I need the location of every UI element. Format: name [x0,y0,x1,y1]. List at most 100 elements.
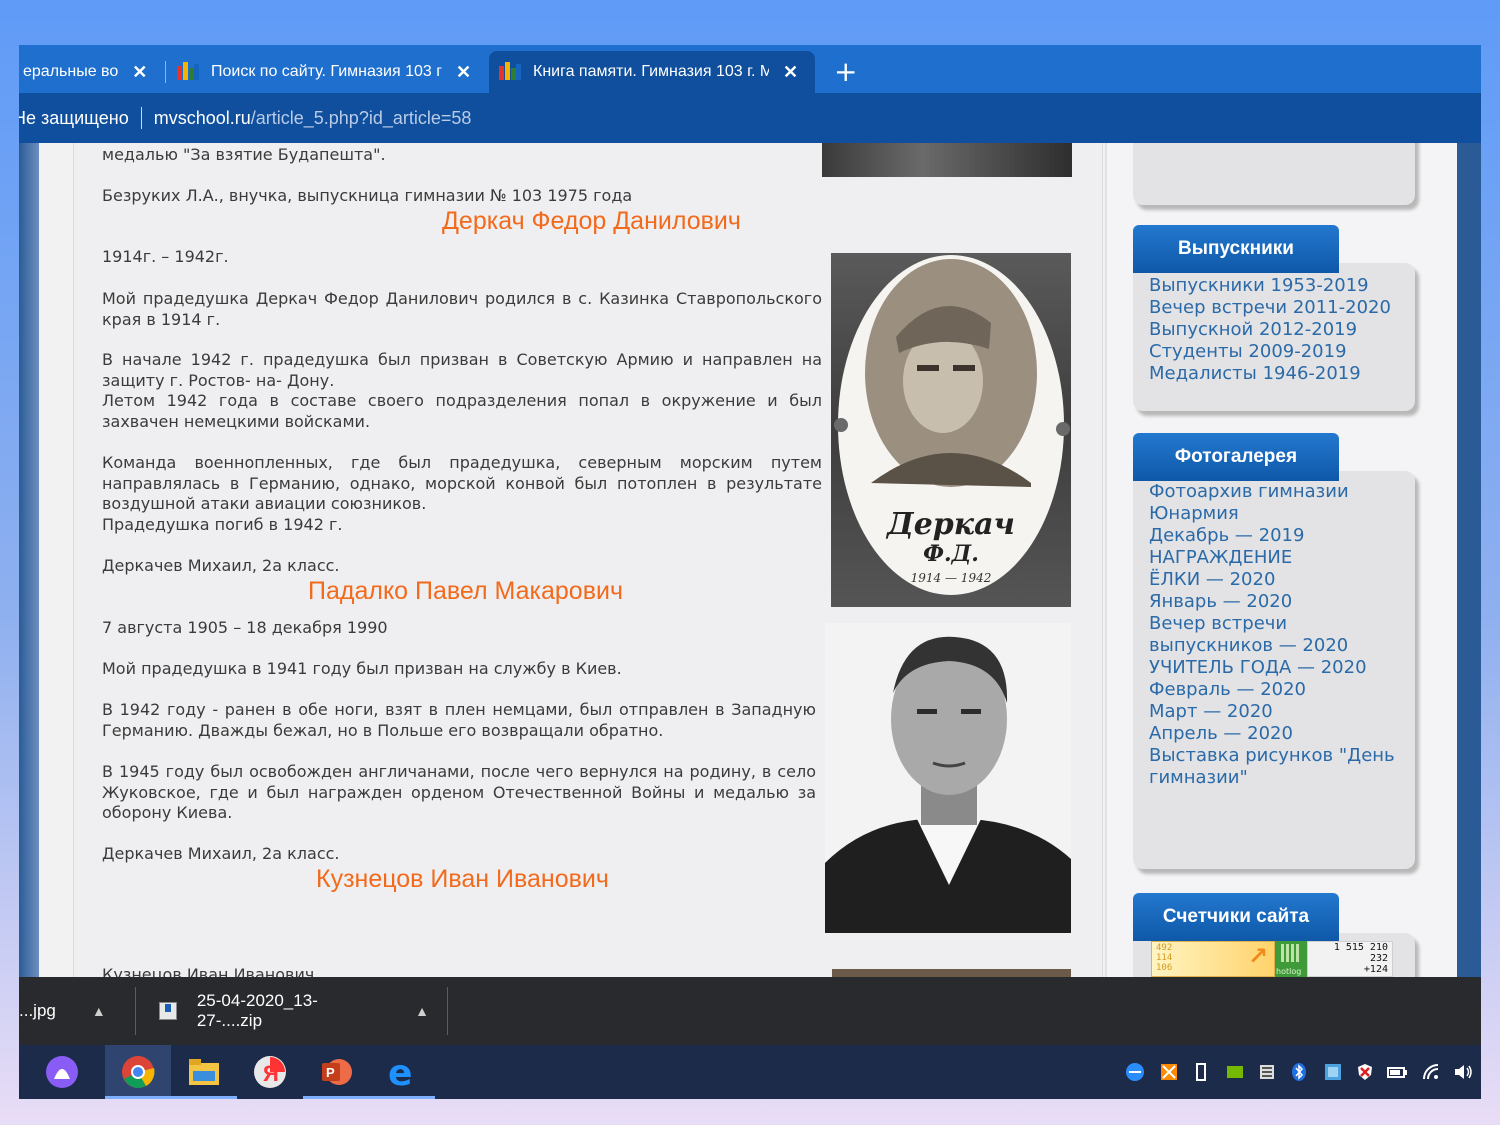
gallery-header: Фотогалерея [1133,433,1339,481]
edge-icon[interactable]: e [369,1045,435,1099]
powerpoint-icon[interactable]: P [303,1045,369,1099]
counter-value: 114 [1156,953,1173,963]
person-photo [832,969,1071,977]
file-explorer-icon[interactable] [171,1045,237,1099]
person-dates: 1914г. – 1942г. [102,247,229,266]
signature: Деркачев Михаил, 2а класс. [102,844,340,863]
new-tab-button[interactable]: + [834,55,857,88]
counter-numbers[interactable]: 1 515 210 232 +124 [1307,941,1393,977]
active-indicator [171,1096,237,1099]
sidebar-link[interactable]: Юнармия [1149,503,1239,525]
chevron-up-icon[interactable]: ▲ [415,1003,429,1019]
nvidia-icon[interactable] [1223,1060,1247,1084]
svg-text:Я: Я [263,1061,279,1086]
url-path: /article_5.php?id_article=58 [250,107,472,128]
hotlog-label: hotlog [1276,967,1302,976]
counters-header: Счетчики сайта [1133,893,1339,941]
article-paragraph: Мой прадедушка Деркач Федор Данилович ро… [102,289,822,329]
download-divider [447,987,448,1035]
sidebar-link[interactable]: Выставка рисунков "День [1149,745,1395,767]
previous-person-photo [822,143,1072,177]
close-icon[interactable]: ✕ [456,62,471,83]
taskbar: Я P e [19,1045,1481,1099]
article-paragraph: В 1945 году был освобожден англичанами, … [102,762,816,823]
sidebar-link[interactable]: НАГРАЖДЕНИЕ [1149,547,1292,569]
sidebar-link[interactable]: Выпускники 1953-2019 [1149,275,1369,297]
graduates-header: Выпускники [1133,225,1339,273]
svg-text:P: P [326,1065,335,1080]
downloads-bar: ...jpg ▲ 25-04-2020_13-27-....zip ▲ [19,977,1481,1045]
tab-2[interactable]: Поиск по сайту. Гимназия 103 г ✕ [167,51,485,93]
close-icon[interactable]: ✕ [783,62,798,83]
teamviewer-icon[interactable] [1123,1060,1147,1084]
sidebar-link[interactable]: Вечер встречи [1149,613,1287,635]
alice-icon[interactable] [29,1045,95,1099]
tab-title: еральные во [23,63,119,80]
download-item[interactable]: 25-04-2020_13-27-....zip ▲ [159,977,429,1045]
wifi-icon[interactable] [1419,1060,1443,1084]
tab-3-active[interactable]: Книга памяти. Гимназия 103 г. М ✕ [489,51,815,93]
counter-value: 232 [1369,953,1388,964]
sidebar-link[interactable]: Февраль — 2020 [1149,679,1306,701]
counter-value: 106 [1156,963,1173,973]
sidebar-link[interactable]: Студенты 2009-2019 [1149,341,1347,363]
usb-icon[interactable] [1189,1060,1213,1084]
address-divider [140,107,142,129]
sidebar-link[interactable]: выпускников — 2020 [1149,635,1348,657]
security-label[interactable]: Не защищено [19,108,129,129]
download-filename: ...jpg [19,1001,56,1020]
counter-value: 1 515 210 [1333,942,1388,953]
article-text: Кузнецов Иван Иванович [102,965,315,977]
sidebar: Выпускники Выпускники 1953-2019 Вечер вс… [1105,143,1457,977]
display-icon[interactable] [1255,1060,1279,1084]
liveinternet-counter[interactable]: 492 114 106 ↗ [1151,941,1275,977]
sidebar-link[interactable]: Март — 2020 [1149,701,1273,723]
zip-file-icon [159,1002,177,1020]
yandex-browser-icon[interactable]: Я [237,1045,303,1099]
close-icon[interactable]: ✕ [132,62,147,83]
counter-value: 492 [1156,943,1173,953]
download-divider [135,987,136,1035]
sidebar-link[interactable]: Вечер встречи 2011-2020 [1149,297,1391,319]
download-filename: 25-04-2020_13-27-....zip [196,991,318,1030]
bw-portrait [825,636,1071,933]
chevron-up-icon[interactable]: ▲ [92,1003,106,1019]
person-name: Кузнецов Иван Иванович [316,865,609,893]
sidebar-box [1133,143,1415,205]
photo-caption-initials: Ф.Д. [923,541,979,567]
sidebar-link[interactable]: Фотоархив гимназии [1149,481,1349,503]
page-viewport[interactable]: медалью "За взятие Будапешта". Безруких … [19,143,1481,977]
volume-icon[interactable] [1451,1060,1475,1084]
signature: Безруких Л.А., внучка, выпускница гимназ… [102,186,633,205]
photo-caption-name: Деркач [887,507,1015,542]
sidebar-link[interactable]: Выпускной 2012-2019 [1149,319,1357,341]
url-host: mvschool.ru [153,107,251,128]
shield-icon[interactable] [1353,1060,1377,1084]
sidebar-link[interactable]: Медалисты 1946-2019 [1149,363,1361,385]
download-item[interactable]: ...jpg ▲ [19,977,131,1045]
sidebar-link[interactable]: Январь — 2020 [1149,591,1292,613]
chrome-icon[interactable] [105,1045,171,1099]
sidebar-link[interactable]: ЁЛКИ — 2020 [1149,569,1275,591]
sidebar-link[interactable]: УЧИТЕЛЬ ГОДА — 2020 [1149,657,1367,679]
sidebar-link[interactable]: Апрель — 2020 [1149,723,1293,745]
power-icon[interactable] [1385,1060,1409,1084]
article-column: медалью "За взятие Будапешта". Безруких … [73,143,1103,977]
network-manager-icon[interactable] [1321,1060,1345,1084]
article-paragraph: Команда военнопленных, где был прадедушк… [102,453,822,514]
counter-value: +124 [1363,964,1388,975]
sidebar-link[interactable]: Декабрь — 2019 [1149,525,1304,547]
photo-caption-years: 1914 — 1942 [910,571,992,585]
sidebar-link[interactable]: гимназии" [1149,767,1248,789]
active-indicator [303,1096,369,1099]
person-name: Деркач Федор Данилович [442,207,741,235]
crossout-icon[interactable] [1157,1060,1181,1084]
active-indicator [105,1096,171,1099]
hotlog-counter[interactable]: hotlog [1275,941,1307,977]
tab-1[interactable]: еральные во ✕ [19,51,163,93]
bluetooth-icon[interactable] [1287,1060,1311,1084]
person-name: Падалко Павел Макарович [308,577,623,605]
tab-divider [165,61,166,83]
page-left-border [19,143,39,977]
address-bar[interactable]: Не защищено mvschool.ru/article_5.php?id… [19,93,1481,143]
